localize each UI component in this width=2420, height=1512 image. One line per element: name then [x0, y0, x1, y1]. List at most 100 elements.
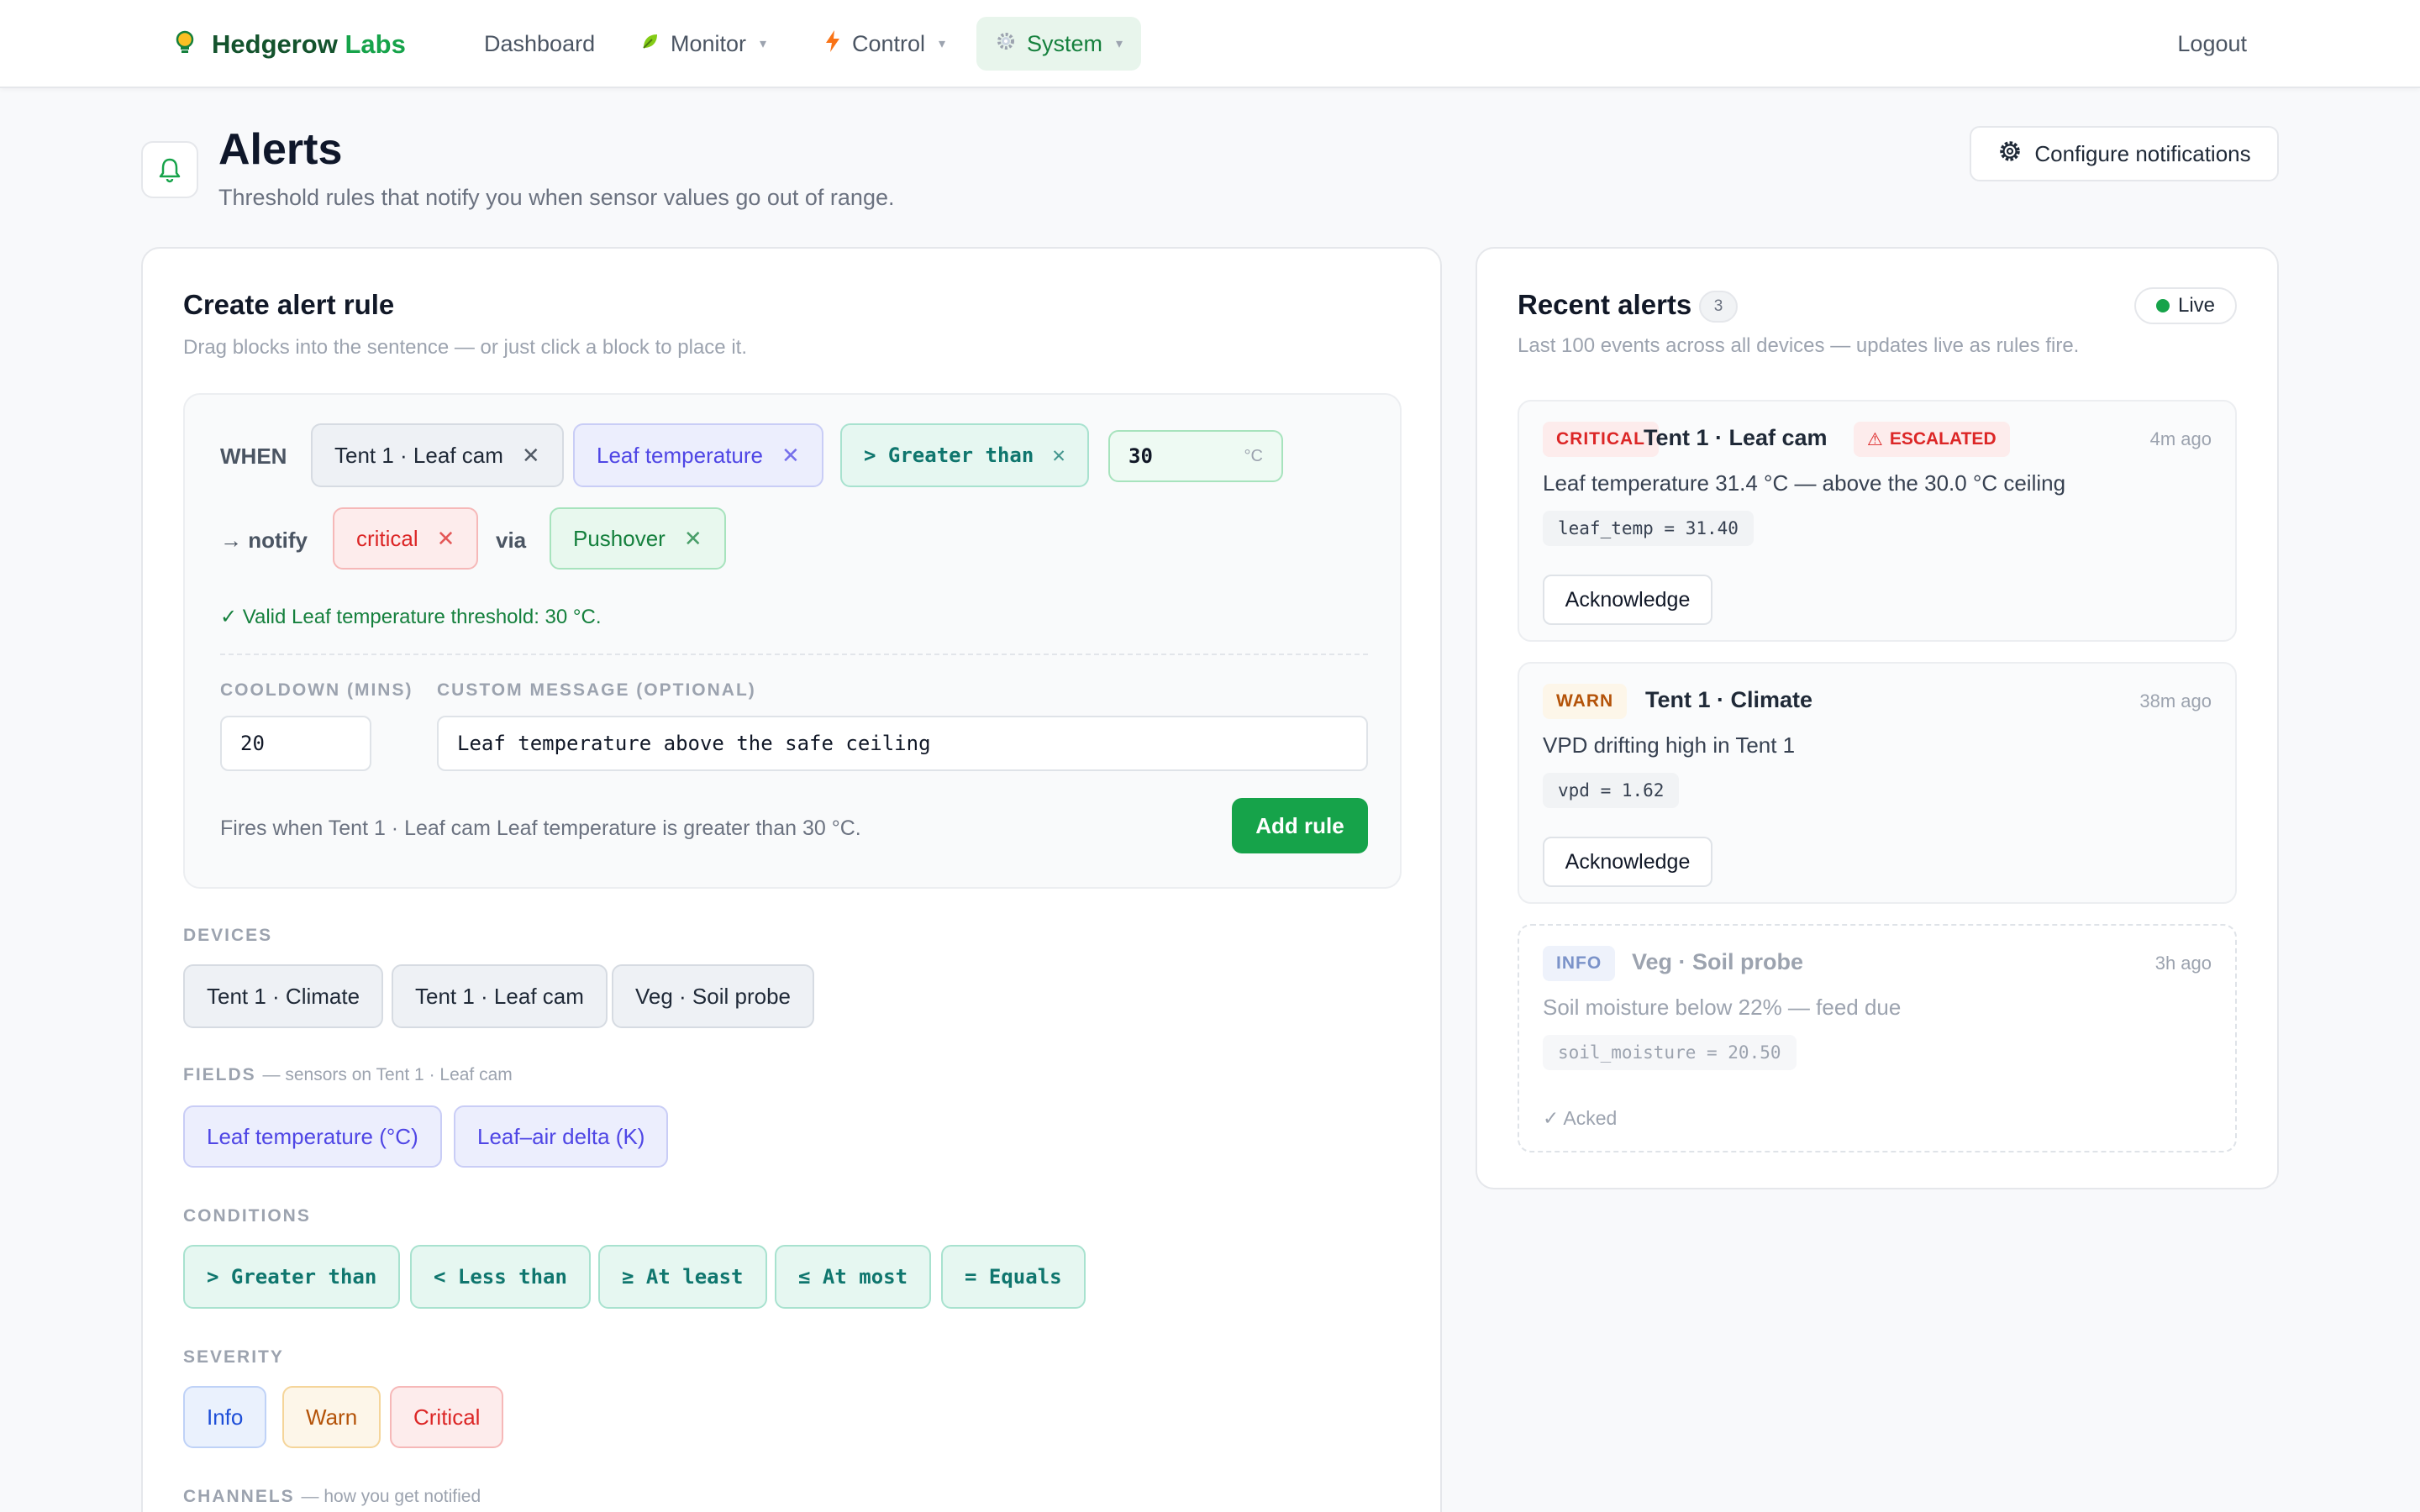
live-dot-icon: [2155, 299, 2170, 312]
recent-alerts-subtitle: Last 100 events across all devices — upd…: [1518, 334, 2080, 357]
conditions-label: CONDITIONS: [183, 1206, 311, 1226]
close-icon[interactable]: ✕: [437, 526, 455, 552]
alert-device: Tent 1 · Leaf cam: [1644, 425, 1828, 450]
palette-severity-chip[interactable]: Warn: [282, 1386, 381, 1448]
alert-message: Soil moisture below 22% — feed due: [1543, 995, 1902, 1020]
brand-name: Hedgerow Labs: [212, 29, 406, 59]
rule-severity-label: critical: [356, 525, 418, 551]
nav-control[interactable]: Control ▾: [805, 17, 964, 71]
page-subtitle: Threshold rules that notify you when sen…: [218, 185, 895, 210]
add-rule-button[interactable]: Add rule: [1232, 798, 1368, 853]
chevron-down-icon: ▾: [760, 37, 767, 51]
palette-field-chip[interactable]: Leaf temperature (°C): [183, 1105, 442, 1168]
recent-alerts-title: Recent alerts: [1518, 289, 1692, 320]
rule-field-chip[interactable]: Leaf temperature ✕: [573, 423, 823, 487]
configure-notifications-label: Configure notifications: [2034, 140, 2251, 166]
notify-label: → notify: [220, 528, 308, 553]
severity-badge: INFO: [1543, 946, 1616, 981]
rule-condition-chip[interactable]: > Greater than ✕: [840, 423, 1089, 487]
logout-link[interactable]: Logout: [2177, 17, 2247, 71]
gear-icon: [1997, 139, 2023, 170]
palette-device-chip[interactable]: Tent 1 · Leaf cam: [392, 964, 608, 1028]
channels-label: CHANNELS — how you get notified: [183, 1487, 481, 1506]
create-rule-title: Create alert rule: [183, 289, 395, 320]
live-indicator: Live: [2134, 287, 2237, 324]
palette-severity-chip[interactable]: Critical: [390, 1386, 504, 1448]
configure-notifications-button[interactable]: Configure notifications: [1970, 126, 2279, 181]
chevron-down-icon: ▾: [939, 37, 946, 51]
alert-item: INFO Veg · Soil probe 3h ago Soil moistu…: [1518, 924, 2237, 1152]
alert-reading: vpd = 1.62: [1543, 773, 1680, 808]
when-label: WHEN: [220, 444, 287, 469]
brand[interactable]: Hedgerow Labs: [173, 27, 406, 62]
rule-sentence-builder: WHEN Tent 1 · Leaf cam ✕ Leaf temperatur…: [183, 393, 1402, 889]
palette-field-chip[interactable]: Leaf–air delta (K): [454, 1105, 669, 1168]
alert-device: Veg · Soil probe: [1632, 949, 1804, 974]
palette-severity-chip[interactable]: Info: [183, 1386, 267, 1448]
rule-field-label: Leaf temperature: [597, 442, 764, 468]
palette-condition-chip[interactable]: > Greater than: [183, 1245, 401, 1309]
recent-alerts-card: Recent alerts 3 Live Last 100 events acr…: [1476, 247, 2279, 1189]
alert-item: CRITICAL Tent 1 · Leaf cam ⚠ ESCALATED 4…: [1518, 400, 2237, 642]
alert-reading: soil_moisture = 20.50: [1543, 1035, 1797, 1070]
alert-time: 4m ago: [2149, 428, 2212, 449]
nav-monitor[interactable]: Monitor ▾: [622, 17, 785, 71]
severity-badge: WARN: [1543, 684, 1628, 719]
validation-message: ✓ Valid Leaf temperature threshold: 30 °…: [220, 606, 602, 628]
threshold-value: 30: [1128, 444, 1153, 468]
nav-monitor-label: Monitor: [671, 30, 747, 56]
bell-icon: [141, 141, 198, 198]
close-icon[interactable]: ✕: [781, 443, 800, 469]
create-rule-subtitle: Drag blocks into the sentence — or just …: [183, 336, 747, 359]
alert-time: 3h ago: [2154, 953, 2212, 974]
gear-icon: [995, 30, 1017, 58]
threshold-input[interactable]: 30 °C: [1108, 430, 1283, 482]
cooldown-label: COOLDOWN (MINS): [220, 680, 413, 700]
palette-device-chip[interactable]: Tent 1 · Climate: [183, 964, 384, 1028]
chevron-down-icon: ▾: [1116, 37, 1123, 51]
acknowledge-button[interactable]: Acknowledge: [1543, 575, 1712, 625]
close-icon[interactable]: ✕: [522, 443, 540, 469]
acknowledge-button[interactable]: Acknowledge: [1543, 837, 1712, 887]
cooldown-input[interactable]: 20: [220, 716, 371, 771]
rule-device-chip[interactable]: Tent 1 · Leaf cam ✕: [311, 423, 564, 487]
nav-system[interactable]: System ▾: [976, 17, 1142, 71]
close-icon[interactable]: ✕: [1052, 443, 1065, 468]
alert-time: 38m ago: [2139, 690, 2212, 711]
rule-condition-label: > Greater than: [864, 444, 1034, 467]
severity-label: SEVERITY: [183, 1347, 284, 1367]
rule-channel-chip[interactable]: Pushover ✕: [550, 507, 726, 570]
lightning-icon: [823, 29, 842, 59]
via-label: via: [496, 528, 527, 553]
custom-message-input[interactable]: Leaf temperature above the safe ceiling: [437, 716, 1368, 771]
leaf-icon: [640, 31, 660, 57]
threshold-unit: °C: [1244, 446, 1263, 465]
palette-condition-chip[interactable]: ≥ At least: [598, 1245, 767, 1309]
rule-summary: Fires when Tent 1 · Leaf cam Leaf temper…: [220, 816, 861, 840]
rule-device-label: Tent 1 · Leaf cam: [334, 442, 503, 468]
alert-item: WARN Tent 1 · Climate 38m ago VPD drifti…: [1518, 662, 2237, 904]
escalated-badge: ⚠ ESCALATED: [1854, 422, 2010, 457]
nav-control-label: Control: [852, 30, 926, 56]
page-title: Alerts: [218, 125, 343, 174]
rule-severity-chip[interactable]: critical ✕: [333, 507, 479, 570]
divider: [220, 654, 1368, 655]
acked-status: ✓ Acked: [1543, 1107, 1618, 1129]
alert-device: Tent 1 · Climate: [1645, 687, 1813, 712]
palette-condition-chip[interactable]: ≤ At most: [775, 1245, 932, 1309]
nav-dashboard-label: Dashboard: [484, 30, 596, 56]
palette-condition-chip[interactable]: < Less than: [410, 1245, 591, 1309]
nav-dashboard[interactable]: Dashboard: [466, 17, 613, 71]
top-nav: Hedgerow Labs Dashboard Monitor ▾ Contro…: [0, 0, 2420, 88]
lightbulb-icon: [173, 29, 197, 60]
live-label: Live: [2177, 294, 2216, 317]
alert-message: Leaf temperature 31.4 °C — above the 30.…: [1543, 470, 2066, 496]
palette-condition-chip[interactable]: = Equals: [941, 1245, 1086, 1309]
warning-icon: ⚠: [1867, 429, 1883, 449]
rule-channel-label: Pushover: [573, 525, 666, 551]
severity-badge: CRITICAL: [1543, 422, 1659, 457]
close-icon[interactable]: ✕: [684, 526, 702, 552]
palette-device-chip[interactable]: Veg · Soil probe: [612, 964, 815, 1028]
alert-message: VPD drifting high in Tent 1: [1543, 732, 1796, 758]
fields-label: FIELDS — sensors on Tent 1 · Leaf cam: [183, 1065, 513, 1084]
